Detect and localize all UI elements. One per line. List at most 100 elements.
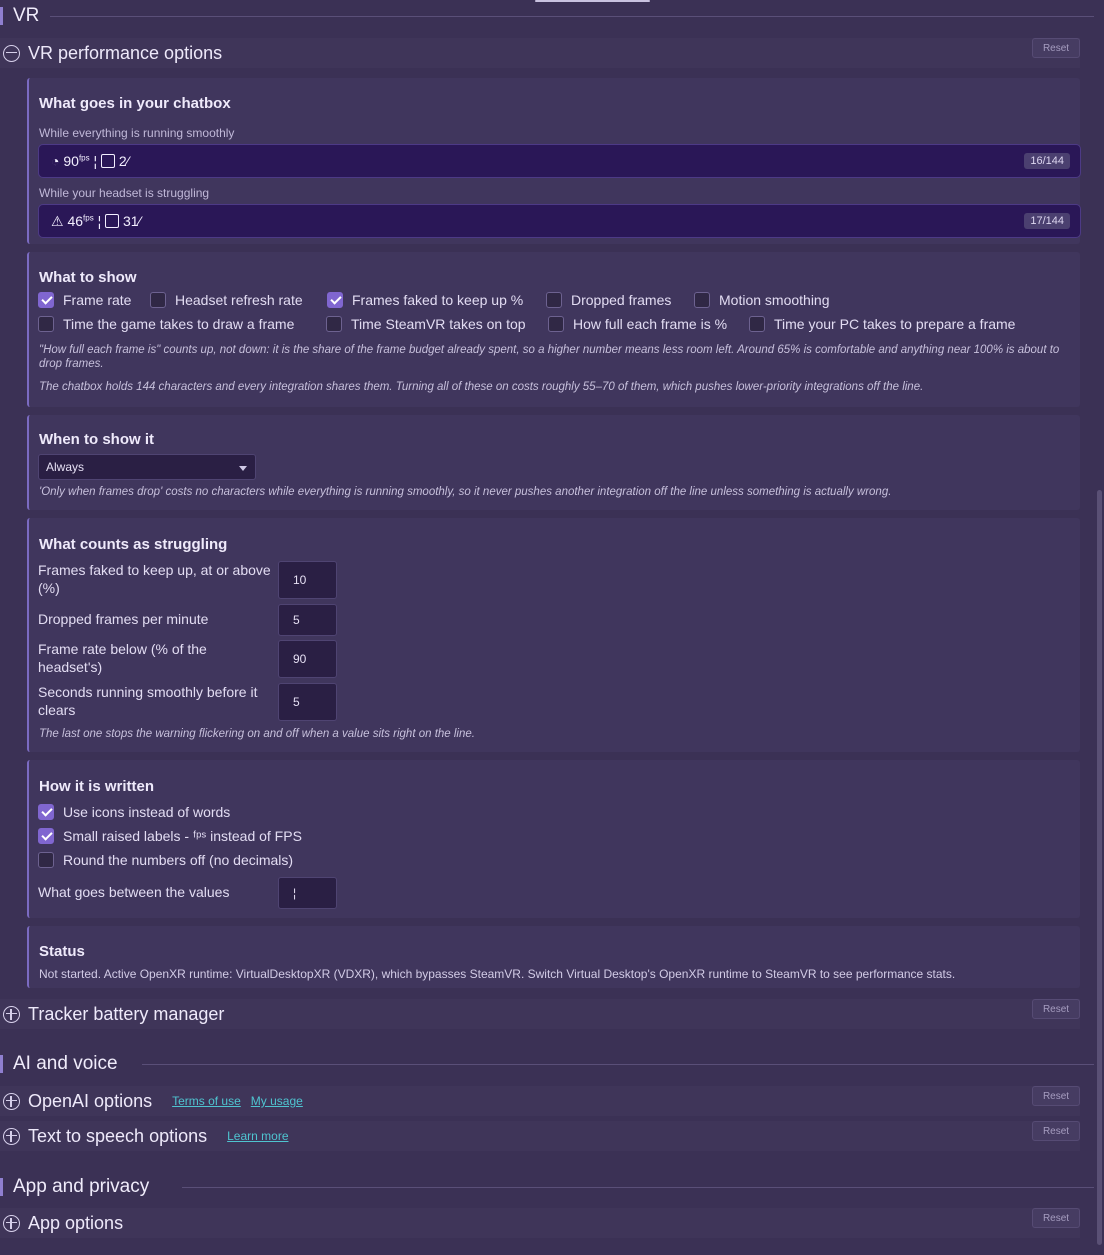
- checkbox-icon[interactable]: [326, 316, 342, 332]
- character-count: 16/144: [1024, 153, 1070, 169]
- learn-more-link[interactable]: Learn more: [227, 1129, 288, 1143]
- my-usage-link[interactable]: My usage: [251, 1094, 303, 1108]
- expand-icon[interactable]: [3, 1214, 20, 1232]
- section-divider: [142, 1064, 1094, 1065]
- app-options-header[interactable]: App options Reset: [0, 1208, 1080, 1238]
- card-title: Status: [39, 943, 85, 960]
- checkbox-frame-fullness[interactable]: How full each frame is %: [548, 316, 727, 332]
- fps-label: fps: [83, 212, 94, 222]
- chatbox-card: What goes in your chatbox While everythi…: [27, 78, 1081, 244]
- card-title: How it is written: [39, 778, 155, 795]
- checkbox-icon[interactable]: [38, 852, 54, 868]
- field-label: Seconds running smoothly before it clear…: [38, 684, 258, 718]
- dropped-frames-threshold-input[interactable]: 5: [278, 604, 337, 636]
- checkbox-icon[interactable]: [327, 292, 343, 308]
- checkbox-label: Time your PC takes to prepare a frame: [774, 316, 1016, 332]
- terms-of-use-link[interactable]: Terms of use: [172, 1094, 241, 1108]
- checkbox-dropped-frames[interactable]: Dropped frames: [546, 292, 671, 308]
- panel-title: App options: [28, 1212, 124, 1233]
- vertical-scrollbar[interactable]: [1097, 490, 1102, 1245]
- checkbox-steamvr-time[interactable]: Time SteamVR takes on top: [326, 316, 526, 332]
- section-header-app: App and privacy: [0, 1172, 1104, 1202]
- checkbox-icon[interactable]: [38, 292, 54, 308]
- checkbox-label: Headset refresh rate: [175, 292, 303, 308]
- section-accent-bar: [0, 1055, 3, 1073]
- checkbox-icon[interactable]: [548, 316, 564, 332]
- checkbox-game-draw-time[interactable]: Time the game takes to draw a frame: [38, 316, 294, 332]
- checkbox-icon[interactable]: [38, 828, 54, 844]
- checkbox-round-numbers[interactable]: Round the numbers off (no decimals): [38, 852, 293, 868]
- reset-button[interactable]: Reset: [1032, 38, 1080, 58]
- vr-performance-header[interactable]: VR performance options Reset: [0, 38, 1080, 68]
- field-label: Dropped frames per minute: [38, 611, 209, 627]
- chatbox-preview-smooth: ◔ 90fps ¦ 2⁄ 16/144: [38, 144, 1081, 178]
- checkbox-label: Dropped frames: [571, 292, 672, 308]
- checkbox-label: Frame rate: [63, 292, 132, 308]
- openai-options-header[interactable]: OpenAI options Terms of use My usage Res…: [0, 1086, 1080, 1116]
- frames-faked-threshold-input[interactable]: 10: [278, 561, 337, 599]
- fps-label: fps: [78, 153, 90, 163]
- threshold-note: The last one stops the warning flickerin…: [39, 728, 475, 740]
- checkbox-frame-rate[interactable]: Frame rate: [38, 292, 131, 308]
- separator: ¦: [93, 153, 98, 169]
- separator: ¦: [97, 212, 102, 229]
- checkbox-label: Frames faked to keep up %: [352, 292, 524, 308]
- tracker-battery-header[interactable]: Tracker battery manager Reset: [0, 999, 1080, 1029]
- reset-button[interactable]: Reset: [1032, 1208, 1080, 1228]
- card-title: When to show it: [39, 431, 154, 448]
- checkbox-icon[interactable]: [38, 316, 54, 332]
- checkbox-headset-refresh-rate[interactable]: Headset refresh rate: [150, 292, 303, 308]
- tts-options-header[interactable]: Text to speech options Learn more Reset: [0, 1121, 1080, 1151]
- checkbox-motion-smoothing[interactable]: Motion smoothing: [694, 292, 830, 308]
- checkbox-label: Round the numbers off (no decimals): [63, 852, 294, 868]
- checkbox-pc-prepare-time[interactable]: Time your PC takes to prepare a frame: [749, 316, 1015, 332]
- checkbox-label: How full each frame is %: [573, 316, 728, 332]
- clear-seconds-input[interactable]: 5: [278, 683, 337, 721]
- checkbox-icon[interactable]: [150, 292, 166, 308]
- fps-value: 46: [67, 212, 84, 229]
- percent-value: 2⁄: [118, 153, 130, 169]
- checkbox-small-raised-labels[interactable]: Small raised labels - ᶠᵖˢ instead of FPS: [38, 828, 302, 844]
- when-to-show-note: 'Only when frames drop' costs no charact…: [39, 486, 892, 498]
- card-title: What counts as struggling: [39, 536, 228, 553]
- status-text: Not started. Active OpenXR runtime: Virt…: [39, 967, 956, 981]
- when-to-show-select[interactable]: Always: [38, 454, 256, 480]
- section-divider: [182, 1187, 1094, 1188]
- gauge-icon: ◔: [51, 153, 60, 169]
- checkbox-icon[interactable]: [38, 804, 54, 820]
- struggling-thresholds-card: What counts as struggling Frames faked t…: [27, 518, 1080, 752]
- section-header-vr: VR: [0, 1, 1104, 31]
- expand-icon[interactable]: [3, 1127, 20, 1145]
- checkbox-icon[interactable]: [546, 292, 562, 308]
- what-to-show-card: What to show Frame rate Headset refresh …: [27, 252, 1080, 407]
- reset-button[interactable]: Reset: [1032, 999, 1080, 1019]
- separator-input[interactable]: ¦: [278, 877, 337, 909]
- frame-rate-threshold-input[interactable]: 90: [278, 640, 337, 678]
- checkbox-icon[interactable]: [749, 316, 765, 332]
- checkbox-use-icons[interactable]: Use icons instead of words: [38, 804, 230, 820]
- reset-button[interactable]: Reset: [1032, 1121, 1080, 1141]
- collapse-icon[interactable]: [3, 44, 20, 62]
- checkbox-label: Time the game takes to draw a frame: [63, 316, 295, 332]
- expand-icon[interactable]: [3, 1092, 20, 1110]
- smooth-label: While everything is running smoothly: [39, 126, 235, 140]
- checkbox-frames-faked[interactable]: Frames faked to keep up %: [327, 292, 523, 308]
- struggle-label: While your headset is struggling: [39, 186, 210, 200]
- section-title: AI and voice: [13, 1053, 118, 1074]
- character-budget-note: The chatbox holds 144 characters and eve…: [39, 381, 924, 393]
- expand-icon[interactable]: [3, 1005, 20, 1023]
- section-title: App and privacy: [13, 1176, 150, 1197]
- reset-button[interactable]: Reset: [1032, 1086, 1080, 1106]
- character-count: 17/144: [1024, 213, 1070, 229]
- checkbox-label: Time SteamVR takes on top: [351, 316, 526, 332]
- card-title: What goes in your chatbox: [39, 95, 231, 112]
- select-value: Always: [46, 460, 85, 474]
- checkbox-icon[interactable]: [694, 292, 710, 308]
- checkbox-label: Small raised labels - ᶠᵖˢ instead of FPS: [63, 828, 302, 844]
- section-accent-bar: [0, 7, 3, 25]
- panel-title: Tracker battery manager: [28, 1003, 225, 1024]
- field-label: Frame rate below (% of the headset's): [38, 641, 207, 675]
- panel-title: Text to speech options: [28, 1125, 208, 1146]
- panel-title: OpenAI options: [28, 1090, 153, 1111]
- warning-icon: ⚠: [51, 212, 64, 229]
